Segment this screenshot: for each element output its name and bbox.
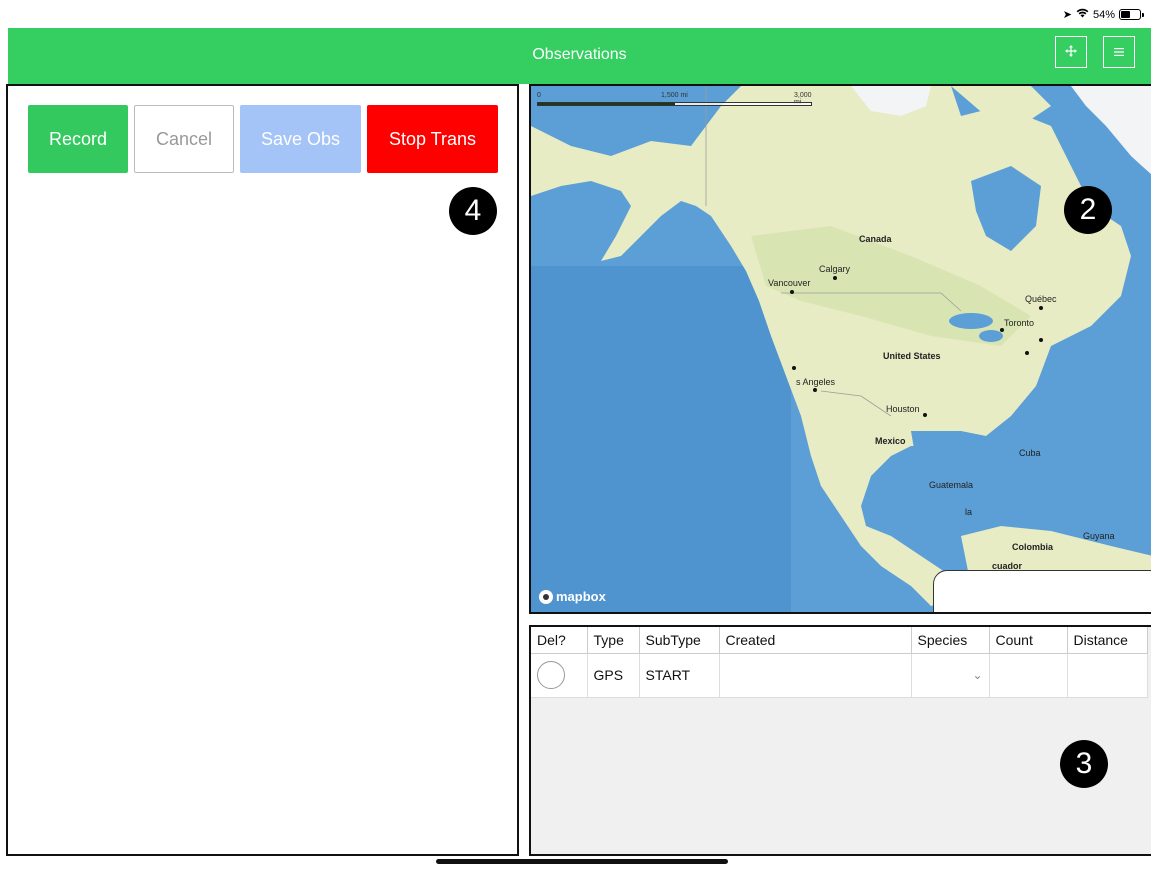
species-select[interactable]: ⌄	[911, 653, 990, 698]
cancel-button[interactable]: Cancel	[134, 105, 234, 173]
map-scale-bar: 0 1,500 mi 3,000 mi	[537, 92, 812, 106]
move-arrows-icon	[1065, 44, 1077, 60]
battery-fill	[1121, 11, 1131, 18]
map-label-toronto: Toronto	[1004, 318, 1035, 328]
mapbox-logo-text: mapbox	[556, 589, 606, 604]
scale-line	[537, 102, 812, 106]
column-header[interactable]: SubType	[639, 627, 720, 654]
page-title: Observations	[532, 46, 627, 63]
city-dot	[1000, 328, 1004, 332]
map-label-guyana: Guyana	[1083, 531, 1115, 541]
table-row[interactable]: GPS START ⌄	[531, 653, 1148, 698]
column-header[interactable]: Count	[989, 627, 1068, 654]
column-header[interactable]: Del?	[531, 627, 588, 654]
move-button[interactable]	[1055, 36, 1087, 68]
status-bar: ➤ 54%	[0, 0, 1151, 28]
battery-icon	[1119, 9, 1144, 20]
mapbox-logo-icon	[539, 589, 553, 604]
city-dot	[790, 290, 794, 294]
callout-marker-2: 2	[1064, 186, 1112, 234]
column-header[interactable]: Distance	[1067, 627, 1148, 654]
map-label-united-states: United States	[883, 351, 941, 361]
city-dot	[1039, 306, 1043, 310]
observations-table-panel: Del? Type SubType Created Species Count …	[529, 625, 1151, 856]
record-button[interactable]: Record	[28, 105, 128, 173]
app-root: ➤ 54% Observations Record Cancel Save Ob…	[0, 0, 1151, 869]
city-dot	[923, 413, 927, 417]
observation-panel: Record Cancel Save Obs Stop Trans 4	[6, 84, 519, 856]
city-dot	[813, 388, 817, 392]
hamburger-menu-icon	[1113, 44, 1125, 60]
map-label-canada: Canada	[859, 234, 892, 244]
map-label-cuba: Cuba	[1019, 448, 1041, 458]
mapbox-attribution[interactable]: mapbox	[539, 589, 606, 604]
table-header-row: Del? Type SubType Created Species Count …	[531, 627, 1148, 654]
city-dot	[792, 366, 796, 370]
battery-percent: 54%	[1092, 8, 1115, 21]
map-label-calgary: Calgary	[819, 264, 851, 274]
column-header[interactable]: Created	[719, 627, 912, 654]
column-header[interactable]: Type	[587, 627, 640, 654]
chevron-down-icon: ⌄	[972, 668, 983, 682]
count-cell[interactable]	[989, 653, 1068, 698]
subtype-cell: START	[639, 653, 720, 698]
delete-cell	[531, 653, 588, 698]
city-dot	[833, 276, 837, 280]
status-indicators: ➤ 54%	[1062, 8, 1144, 21]
menu-button[interactable]	[1103, 36, 1135, 68]
map-label-guatemala: Guatemala	[929, 480, 974, 490]
type-cell: GPS	[587, 653, 640, 698]
scale-label-mid: 1,500 mi	[661, 92, 688, 99]
column-header[interactable]: Species	[911, 627, 990, 654]
created-cell[interactable]	[719, 653, 912, 698]
callout-marker-3: 3	[1060, 740, 1108, 788]
home-indicator[interactable]	[436, 859, 728, 864]
map-label-colombia: Colombia	[1012, 542, 1054, 552]
map-label-mexico: Mexico	[875, 436, 906, 446]
map-label-vancouver: Vancouver	[768, 278, 811, 288]
map-label-quebec: Québec	[1025, 294, 1057, 304]
delete-radio[interactable]	[537, 661, 565, 689]
stop-trans-button[interactable]: Stop Trans	[367, 105, 498, 173]
callout-marker-4: 4	[449, 187, 497, 235]
save-obs-button[interactable]: Save Obs	[240, 105, 361, 173]
app-header: Observations	[8, 28, 1151, 84]
city-dot	[1025, 351, 1029, 355]
map-view[interactable]: 0 1,500 mi 3,000 mi Canada Calgary Vanco…	[529, 84, 1151, 614]
map-popup[interactable]	[933, 570, 1151, 612]
wifi-icon	[1076, 8, 1089, 21]
map-label-la: la	[965, 507, 973, 517]
city-dot	[1039, 338, 1043, 342]
scale-label-zero: 0	[537, 92, 541, 99]
location-arrow-icon: ➤	[1062, 9, 1072, 21]
map-canvas	[531, 86, 1151, 612]
map-label-houston: Houston	[886, 404, 920, 414]
map-label-los-angeles: s Angeles	[796, 377, 836, 387]
distance-cell[interactable]	[1067, 653, 1148, 698]
observations-table: Del? Type SubType Created Species Count …	[531, 627, 1148, 698]
